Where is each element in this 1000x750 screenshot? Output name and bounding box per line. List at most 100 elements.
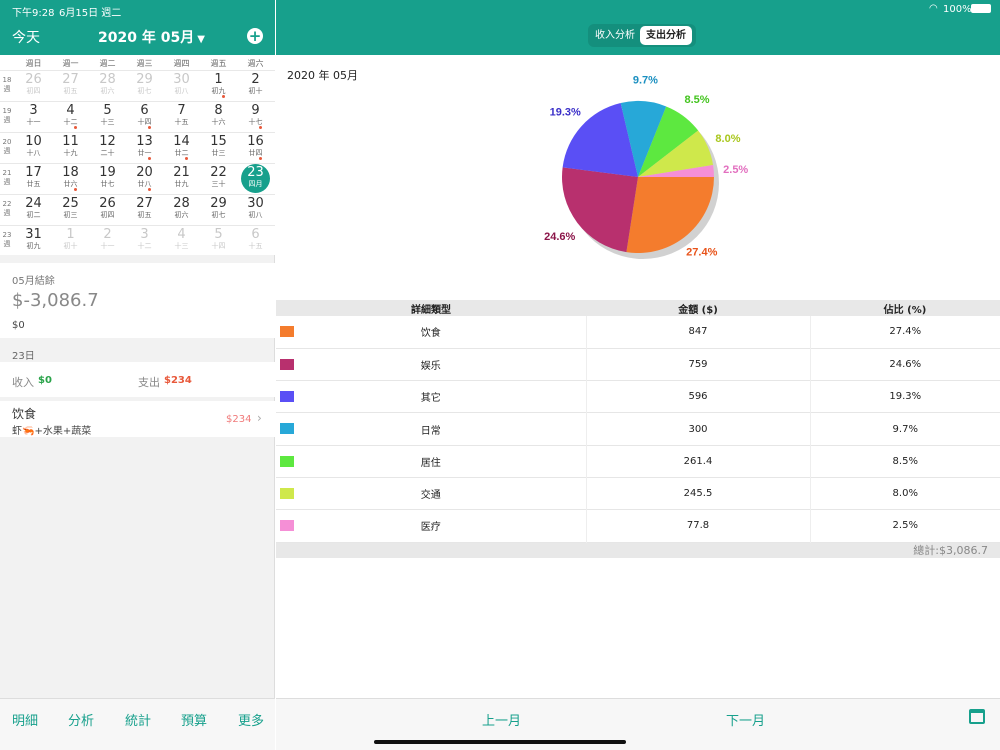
calendar-day[interactable]: 3 十二 bbox=[126, 225, 163, 256]
day-number: 6 bbox=[251, 227, 260, 242]
calendar-day[interactable]: 26 初四 bbox=[15, 70, 52, 101]
calendar-day[interactable]: 3 十一 bbox=[15, 101, 52, 132]
today-button[interactable]: 今天 bbox=[12, 27, 40, 47]
week-number: 22 週 bbox=[2, 200, 12, 217]
balance-sub: $0 bbox=[12, 320, 25, 331]
table-row[interactable]: 交通 245.5 8.0% bbox=[276, 477, 1000, 510]
pie-label: 2.5% bbox=[723, 164, 748, 176]
day-number: 27 bbox=[136, 196, 153, 211]
next-month-button[interactable]: 下一月 bbox=[726, 710, 765, 729]
day-number: 12 bbox=[99, 134, 116, 149]
calendar-day[interactable]: 15 廿三 bbox=[200, 132, 237, 163]
calendar-day[interactable]: 25 初三 bbox=[52, 194, 89, 225]
lunar-date: 廿三 bbox=[211, 149, 226, 157]
calendar-day[interactable]: 20 廿八 bbox=[126, 163, 163, 194]
week-number: 21 週 bbox=[2, 169, 12, 186]
calendar-day[interactable]: 30 初八 bbox=[237, 194, 274, 225]
calendar-day[interactable]: 29 初七 bbox=[126, 70, 163, 101]
pie-label: 9.7% bbox=[633, 74, 658, 86]
lunar-date: 十二 bbox=[137, 242, 152, 250]
calendar-day[interactable]: 30 初八 bbox=[163, 70, 200, 101]
day-number: 19 bbox=[99, 165, 116, 180]
lunar-date: 四月 bbox=[248, 180, 263, 188]
table-row[interactable]: 饮食 847 27.4% bbox=[276, 316, 1000, 349]
tab-more[interactable]: 更多 bbox=[238, 710, 264, 729]
pie-slice[interactable] bbox=[626, 177, 714, 254]
calendar-day[interactable]: 23 四月 bbox=[237, 163, 274, 194]
calendar-day[interactable]: 21 廿九 bbox=[163, 163, 200, 194]
day-number: 29 bbox=[136, 72, 153, 87]
calendar-day[interactable]: 16 廿四 bbox=[237, 132, 274, 163]
calendar-day[interactable]: 5 十四 bbox=[200, 225, 237, 256]
tab-analysis[interactable]: 分析 bbox=[68, 710, 94, 729]
weekday-header: 週六 bbox=[247, 59, 264, 68]
calendar-day[interactable]: 31 初九 bbox=[15, 225, 52, 256]
calendar-icon[interactable] bbox=[969, 709, 985, 724]
tab-details[interactable]: 明細 bbox=[12, 710, 38, 729]
lunar-date: 初八 bbox=[174, 87, 189, 95]
header-amount: 金額 ($) bbox=[678, 304, 718, 316]
right-panel: 收入分析 支出分析 2020 年 05月 27.4% 24.6% 19.3% 9.7%… bbox=[276, 0, 1000, 750]
calendar-day[interactable]: 18 廿六 bbox=[52, 163, 89, 194]
home-indicator bbox=[374, 740, 626, 744]
calendar-day[interactable]: 2 初十 bbox=[237, 70, 274, 101]
row-percent: 2.5% bbox=[892, 520, 918, 532]
day-number: 29 bbox=[210, 196, 227, 211]
day-number: 26 bbox=[99, 196, 116, 211]
calendar-day[interactable]: 17 廿五 bbox=[15, 163, 52, 194]
calendar-day[interactable]: 24 初二 bbox=[15, 194, 52, 225]
calendar-day[interactable]: 10 十八 bbox=[15, 132, 52, 163]
calendar-day[interactable]: 22 三十 bbox=[200, 163, 237, 194]
expense-analysis-tab[interactable]: 支出分析 bbox=[640, 26, 692, 45]
day-number: 5 bbox=[214, 227, 223, 242]
calendar-day[interactable]: 1 初九 bbox=[200, 70, 237, 101]
row-percent: 9.7% bbox=[892, 423, 918, 435]
calendar-day[interactable]: 14 廿二 bbox=[163, 132, 200, 163]
day-number: 2 bbox=[251, 72, 260, 87]
pie-label: 24.6% bbox=[544, 231, 575, 243]
calendar-day[interactable]: 27 初五 bbox=[126, 194, 163, 225]
calendar-day[interactable]: 28 初六 bbox=[89, 70, 126, 101]
calendar-day[interactable]: 4 十二 bbox=[52, 101, 89, 132]
table-row[interactable]: 日常 300 9.7% bbox=[276, 412, 1000, 446]
weekday-header: 週五 bbox=[210, 59, 227, 68]
calendar-day[interactable]: 9 十七 bbox=[237, 101, 274, 132]
row-amount: 300 bbox=[586, 412, 811, 446]
calendar-day[interactable]: 13 廿一 bbox=[126, 132, 163, 163]
calendar-day[interactable]: 29 初七 bbox=[200, 194, 237, 225]
calendar-day[interactable]: 7 十五 bbox=[163, 101, 200, 132]
calendar-day[interactable]: 26 初四 bbox=[89, 194, 126, 225]
prev-month-button[interactable]: 上一月 bbox=[482, 710, 521, 729]
calendar-day[interactable]: 4 十三 bbox=[163, 225, 200, 256]
plus-circle-icon[interactable]: + bbox=[247, 28, 263, 44]
tab-budget[interactable]: 預算 bbox=[181, 710, 207, 729]
calendar-day[interactable]: 5 十三 bbox=[89, 101, 126, 132]
table-row[interactable]: 居住 261.4 8.5% bbox=[276, 445, 1000, 478]
calendar-day[interactable]: 12 二十 bbox=[89, 132, 126, 163]
table-row[interactable]: 医疗 77.8 2.5% bbox=[276, 509, 1000, 543]
month-title: 2020 年 05月 bbox=[98, 30, 195, 46]
calendar-day[interactable]: 1 初十 bbox=[52, 225, 89, 256]
total-label: 總計:$3,086.7 bbox=[276, 542, 1000, 558]
calendar-day[interactable]: 6 十四 bbox=[126, 101, 163, 132]
calendar-day[interactable]: 11 十九 bbox=[52, 132, 89, 163]
entry-dot bbox=[222, 95, 225, 98]
calendar-day[interactable]: 28 初六 bbox=[163, 194, 200, 225]
day-number: 17 bbox=[25, 165, 42, 180]
calendar-day[interactable]: 8 十六 bbox=[200, 101, 237, 132]
day-number: 1 bbox=[66, 227, 75, 242]
table-row[interactable]: 其它 596 19.3% bbox=[276, 380, 1000, 413]
tab-statistics[interactable]: 統計 bbox=[125, 710, 151, 729]
entry-row[interactable]: 饮食 虾🦐+水果+蔬菜 $234 › bbox=[0, 401, 275, 437]
row-amount: 245.5 bbox=[586, 477, 811, 510]
calendar-day[interactable]: 6 十五 bbox=[237, 225, 274, 256]
lunar-date: 初三 bbox=[63, 211, 78, 219]
table-row[interactable]: 娱乐 759 24.6% bbox=[276, 348, 1000, 381]
day-summary: 收入 $0 支出 $234 bbox=[0, 362, 275, 397]
calendar-day[interactable]: 27 初五 bbox=[52, 70, 89, 101]
calendar-day[interactable]: 2 十一 bbox=[89, 225, 126, 256]
income-analysis-tab[interactable]: 收入分析 bbox=[590, 26, 640, 45]
row-category: 医疗 bbox=[420, 522, 441, 534]
calendar-day[interactable]: 19 廿七 bbox=[89, 163, 126, 194]
month-picker[interactable]: 2020 年 05月 ▼ bbox=[98, 27, 205, 47]
